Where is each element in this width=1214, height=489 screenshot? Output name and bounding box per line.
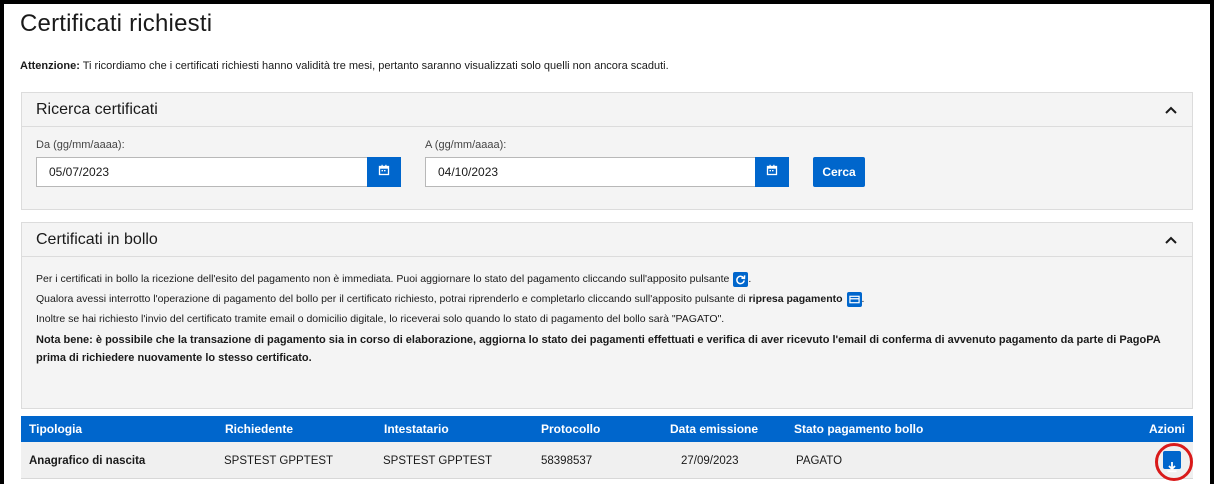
to-date-input[interactable]: 04/10/2023 [425, 157, 773, 187]
bollo-line-3: Inoltre se hai richiesto l'invio del cer… [36, 313, 725, 325]
page-title: Certificati richiesti [20, 10, 213, 37]
col-stato-pagamento: Stato pagamento bollo [794, 422, 924, 436]
to-date-label: A (gg/mm/aaaa): [425, 139, 507, 151]
cell-tipologia: Anagrafico di nascita [29, 455, 146, 467]
chevron-up-icon[interactable] [1164, 105, 1178, 115]
bollo-panel: Certificati in bollo Per i certificati i… [21, 222, 1193, 409]
calendar-icon [378, 163, 390, 181]
highlight-circle [1155, 443, 1193, 481]
payment-card-icon [846, 291, 862, 307]
certificates-table: Tipologia Richiedente Intestatario Proto… [21, 416, 1193, 479]
cell-data-emissione: 27/09/2023 [681, 455, 739, 467]
notice: Attenzione: Ti ricordiamo che i certific… [20, 60, 669, 72]
bollo-info: Per i certificati in bollo la ricezione … [36, 269, 1178, 367]
bollo-panel-title: Certificati in bollo [36, 230, 158, 248]
col-protocollo: Protocollo [541, 422, 601, 436]
from-date-input[interactable]: 05/07/2023 [36, 157, 384, 187]
col-tipologia: Tipologia [29, 422, 83, 436]
table-row: Anagrafico di nascita SPSTEST GPPTEST SP… [21, 442, 1193, 479]
chevron-up-icon[interactable] [1164, 235, 1178, 245]
page-frame: Certificati richiesti Attenzione: Ti ric… [0, 0, 1214, 484]
bollo-panel-header[interactable]: Certificati in bollo [22, 223, 1192, 257]
bollo-line-1-period: . [748, 273, 752, 285]
search-panel: Ricerca certificati Da (gg/mm/aaaa): 05/… [21, 92, 1193, 210]
bollo-line-2-bold: ripresa pagamento [748, 293, 843, 305]
cell-protocollo: 58398537 [541, 455, 593, 467]
to-calendar-button[interactable] [755, 157, 789, 187]
bollo-line-2-text: Qualora avessi interrotto l'operazione d… [36, 293, 749, 305]
col-data-emissione: Data emissione [670, 422, 759, 436]
col-azioni: Azioni [1149, 422, 1185, 436]
from-calendar-button[interactable] [367, 157, 401, 187]
search-button[interactable]: Cerca [813, 157, 865, 187]
col-intestatario: Intestatario [384, 422, 449, 436]
col-richiedente: Richiedente [225, 422, 294, 436]
cell-intestatario: SPSTEST GPPTEST [383, 455, 493, 467]
cell-richiedente: SPSTEST GPPTEST [224, 455, 334, 467]
bollo-nota: Nota bene: è possibile che la transazion… [36, 334, 1161, 364]
notice-label: Attenzione: [20, 60, 80, 72]
cell-stato: PAGATO [796, 455, 843, 467]
bollo-line-2-period: . [861, 293, 865, 305]
table-header: Tipologia Richiedente Intestatario Proto… [21, 416, 1193, 442]
notice-text: Ti ricordiamo che i certificati richiest… [79, 60, 669, 72]
search-panel-title: Ricerca certificati [36, 100, 158, 118]
bollo-line-1: Per i certificati in bollo la ricezione … [36, 269, 1178, 289]
from-date-label: Da (gg/mm/aaaa): [36, 139, 125, 151]
bollo-line-1-text: Per i certificati in bollo la ricezione … [36, 273, 730, 285]
search-panel-header[interactable]: Ricerca certificati [22, 93, 1192, 127]
refresh-icon [733, 271, 749, 287]
calendar-icon [766, 163, 778, 181]
bollo-line-2: Qualora avessi interrotto l'operazione d… [36, 289, 1178, 309]
